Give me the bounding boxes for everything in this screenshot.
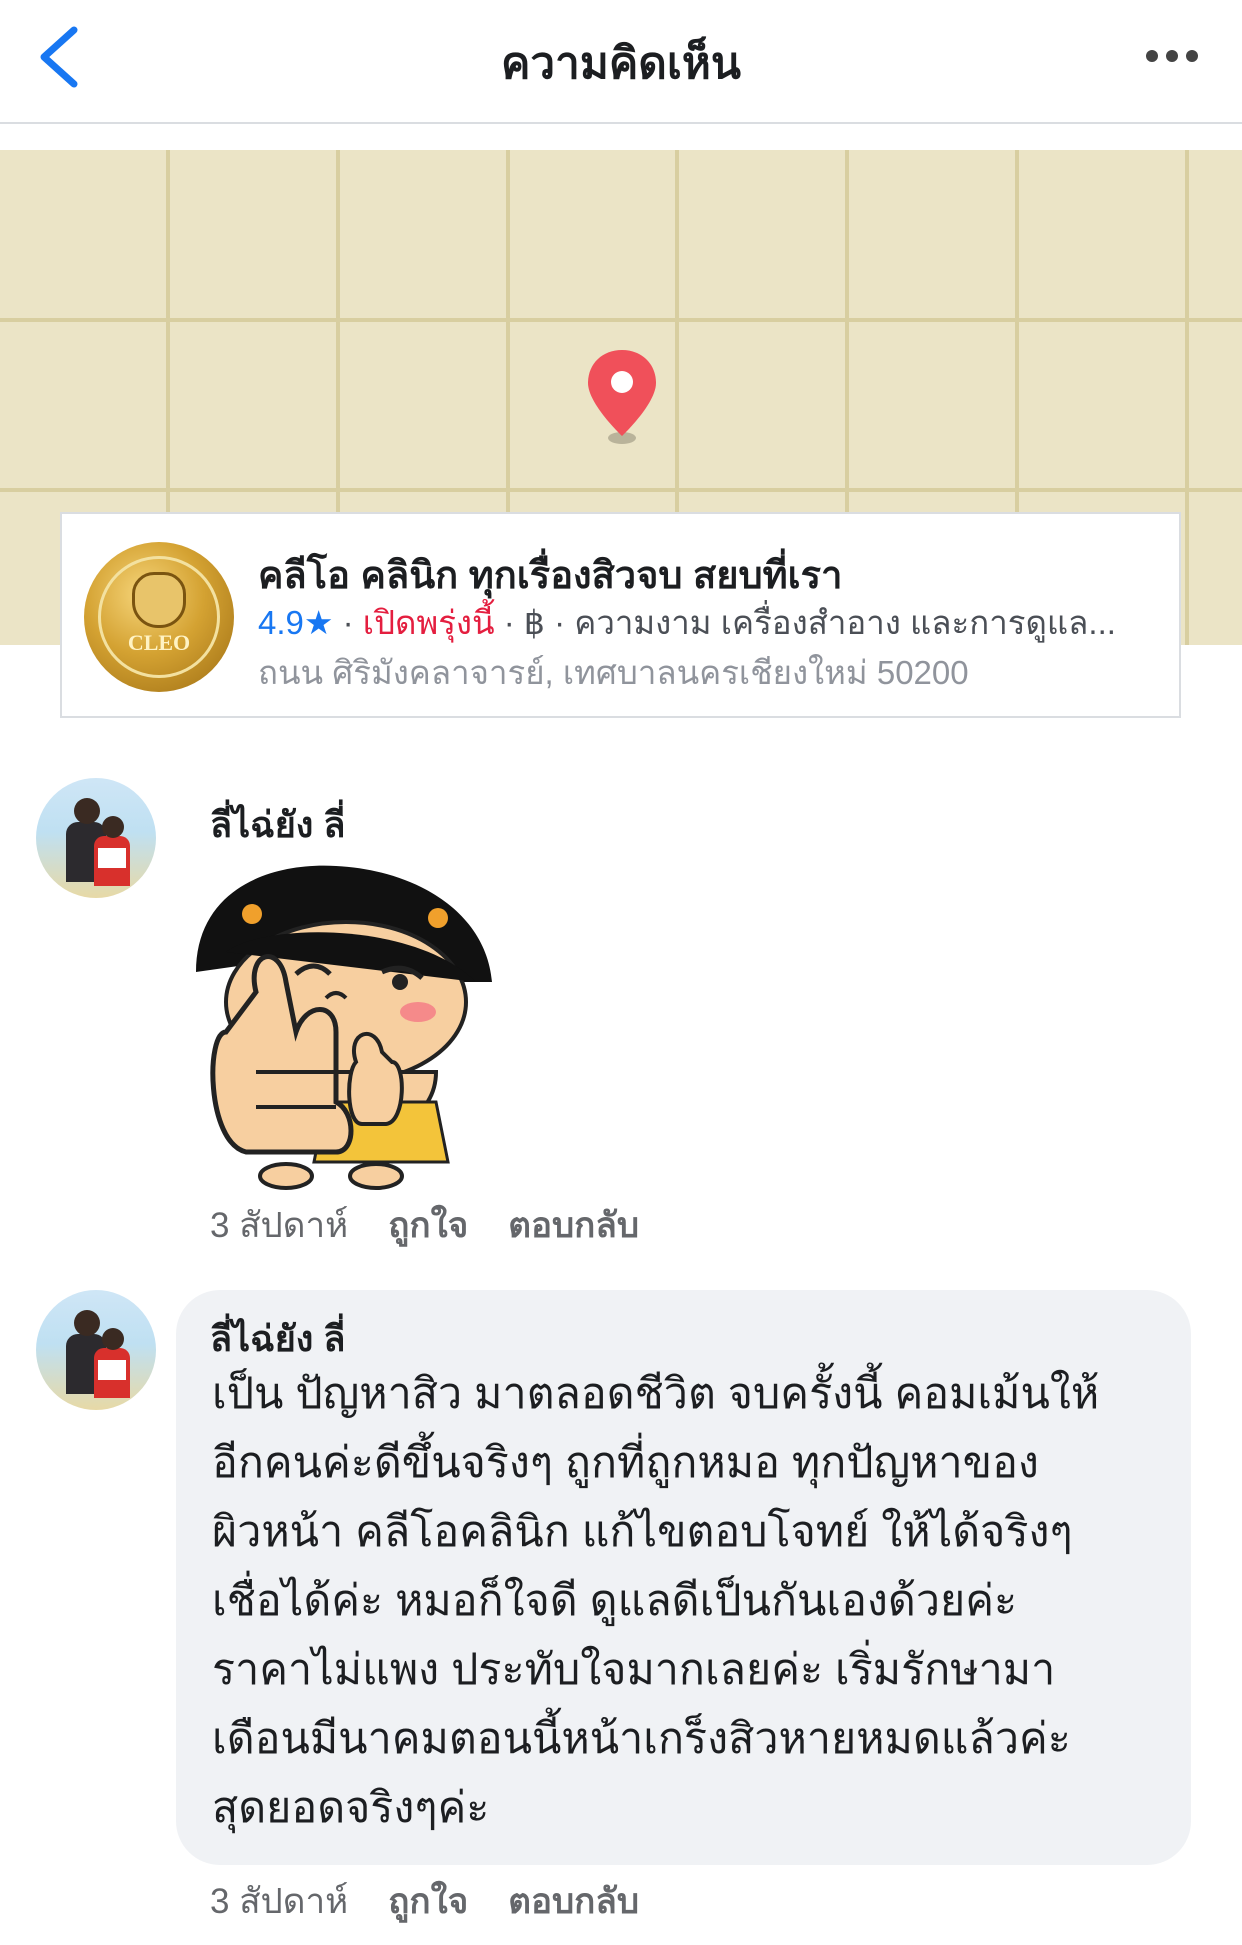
like-button[interactable]: ถูกใจ: [388, 1882, 468, 1921]
comment-author[interactable]: ลี่ไฉ่ยัง ลี่: [210, 796, 345, 853]
top-bar: ความคิดเห็น: [0, 0, 1242, 124]
reply-button[interactable]: ตอบกลับ: [508, 1206, 639, 1245]
place-address: ถนน ศิริมังคลาจารย์, เทศบาลนครเชียงใหม่ …: [258, 654, 969, 691]
like-button[interactable]: ถูกใจ: [388, 1206, 468, 1245]
comment-bubble[interactable]: ลี่ไฉ่ยัง ลี่ เป็น ปัญหาสิว มาตลอดชีวิต …: [176, 1290, 1191, 1865]
avatar[interactable]: [36, 1290, 156, 1410]
clinic-logo: CLEO: [84, 542, 234, 692]
more-dots-icon[interactable]: [1142, 36, 1202, 76]
page-title: ความคิดเห็น: [501, 39, 741, 88]
comment-time: 3 สัปดาห์: [210, 1882, 349, 1921]
place-card[interactable]: CLEO คลีโอ คลินิก ทุกเรื่องสิวจบ สยบที่เ…: [60, 512, 1181, 718]
comment-text: เป็น ปัญหาสิว มาตลอดชีวิต จบครั้งนี้ คอม…: [212, 1370, 1100, 1832]
thumbs-up-sticker: [196, 865, 492, 1190]
place-hours: เปิดพรุ่งนี้: [362, 604, 495, 641]
avatar[interactable]: [36, 778, 156, 898]
place-info: 4.9★ · เปิดพรุ่งนี้ · ฿ · ความงาม เครื่อ…: [258, 604, 1116, 641]
map-pin-icon[interactable]: [584, 346, 660, 446]
comment-actions: 3 สัปดาห์ ถูกใจ ตอบกลับ: [210, 1198, 679, 1253]
comment-time: 3 สัปดาห์: [210, 1206, 349, 1245]
comment-actions: 3 สัปดาห์ ถูกใจ ตอบกลับ: [210, 1874, 679, 1929]
place-rating: 4.9★: [258, 604, 334, 641]
place-category: ความงาม เครื่องสำอาง และการดูแล...: [574, 604, 1116, 641]
comment-author[interactable]: ลี่ไฉ่ยัง ลี่: [210, 1310, 345, 1367]
reply-button[interactable]: ตอบกลับ: [508, 1882, 639, 1921]
